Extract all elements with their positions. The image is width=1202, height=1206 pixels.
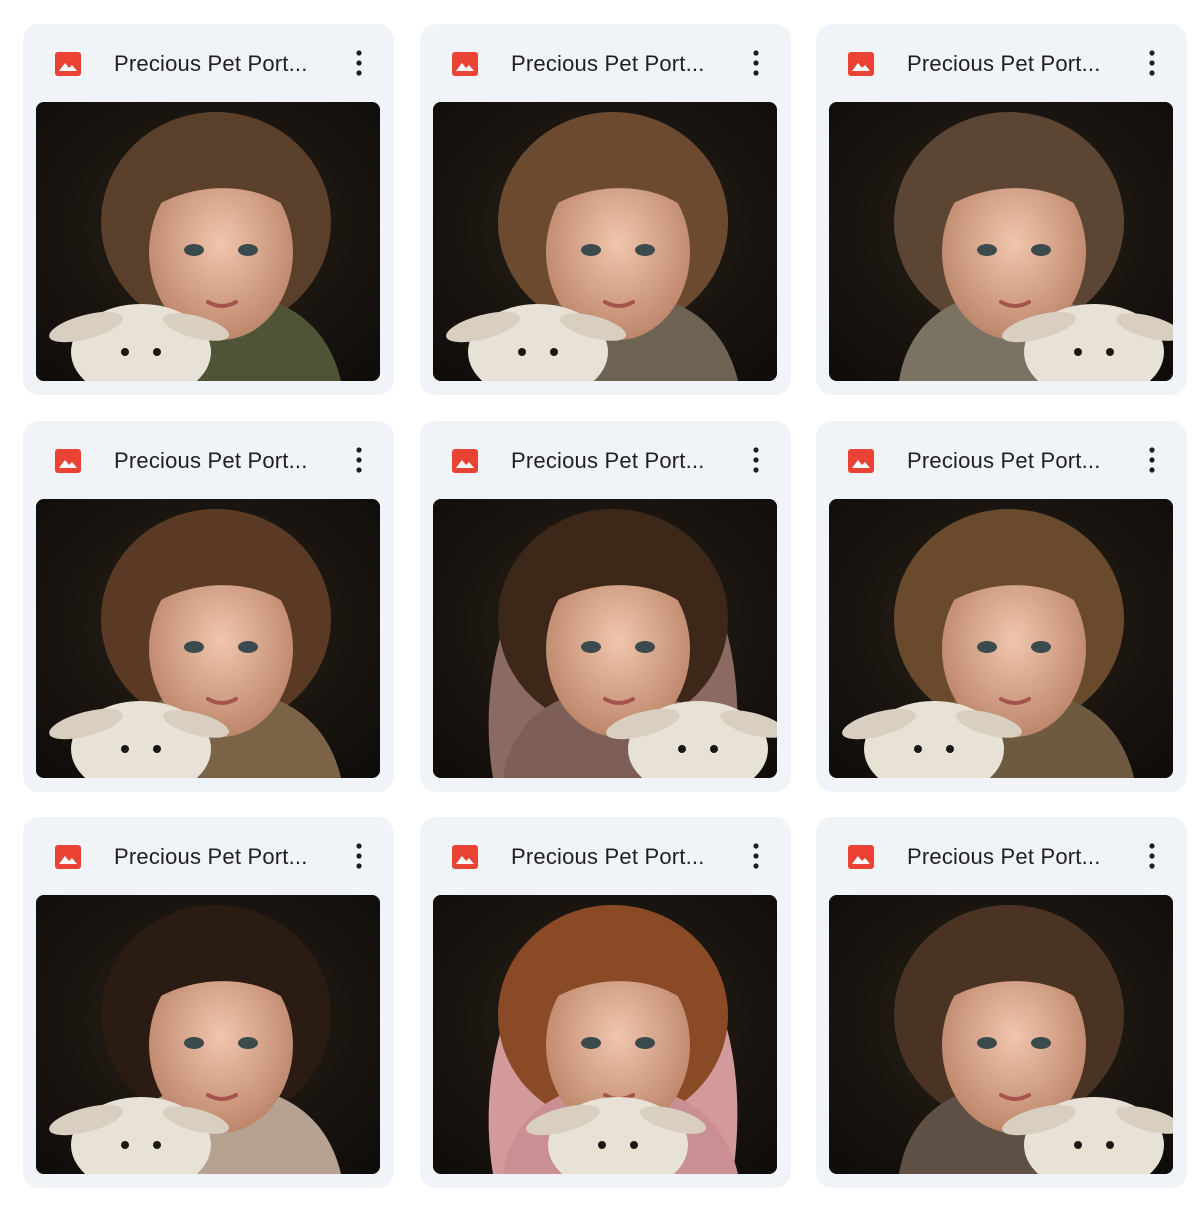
- left-eye: [184, 1037, 204, 1049]
- file-thumbnail[interactable]: [433, 895, 777, 1174]
- file-name[interactable]: Precious Pet Port...: [114, 843, 324, 871]
- more-vert-icon: [356, 50, 362, 76]
- file-card-header: Precious Pet Port...: [420, 421, 791, 499]
- file-card-header: Precious Pet Port...: [816, 817, 1187, 895]
- more-vert-icon: [356, 843, 362, 869]
- image-file-icon: [452, 449, 478, 473]
- image-file-icon: [55, 449, 81, 473]
- file-thumbnail[interactable]: [433, 499, 777, 778]
- left-eye: [977, 244, 997, 256]
- more-options-button[interactable]: [344, 441, 374, 479]
- more-options-button[interactable]: [344, 44, 374, 82]
- file-name[interactable]: Precious Pet Port...: [511, 50, 721, 78]
- more-options-button[interactable]: [344, 837, 374, 875]
- more-options-button[interactable]: [1137, 837, 1167, 875]
- file-card[interactable]: Precious Pet Port...: [816, 817, 1187, 1188]
- right-eye: [635, 244, 655, 256]
- file-name[interactable]: Precious Pet Port...: [114, 50, 324, 78]
- image-file-icon: [452, 845, 478, 869]
- more-vert-icon: [356, 447, 362, 473]
- file-thumbnail[interactable]: [829, 499, 1173, 778]
- right-eye: [238, 1037, 258, 1049]
- file-thumbnail[interactable]: [36, 895, 380, 1174]
- file-thumbnail[interactable]: [36, 102, 380, 381]
- file-card[interactable]: Precious Pet Port...: [23, 24, 394, 395]
- right-eye: [635, 641, 655, 653]
- more-options-button[interactable]: [741, 44, 771, 82]
- file-thumbnail[interactable]: [433, 102, 777, 381]
- file-card[interactable]: Precious Pet Port...: [420, 421, 791, 792]
- file-card[interactable]: Precious Pet Port...: [420, 817, 791, 1188]
- more-vert-icon: [1149, 843, 1155, 869]
- right-eye: [1031, 1037, 1051, 1049]
- file-name[interactable]: Precious Pet Port...: [907, 50, 1117, 78]
- left-eye: [977, 641, 997, 653]
- file-name[interactable]: Precious Pet Port...: [511, 447, 721, 475]
- file-thumbnail[interactable]: [36, 499, 380, 778]
- more-vert-icon: [753, 50, 759, 76]
- file-thumbnail[interactable]: [829, 895, 1173, 1174]
- left-eye: [184, 244, 204, 256]
- right-eye: [238, 244, 258, 256]
- file-name[interactable]: Precious Pet Port...: [907, 843, 1117, 871]
- file-card[interactable]: Precious Pet Port...: [816, 24, 1187, 395]
- right-eye: [238, 641, 258, 653]
- right-eye: [1031, 641, 1051, 653]
- more-vert-icon: [753, 843, 759, 869]
- file-card-header: Precious Pet Port...: [420, 24, 791, 102]
- file-name[interactable]: Precious Pet Port...: [907, 447, 1117, 475]
- more-vert-icon: [1149, 50, 1155, 76]
- file-name[interactable]: Precious Pet Port...: [114, 447, 324, 475]
- file-card-header: Precious Pet Port...: [816, 421, 1187, 499]
- image-file-icon: [452, 52, 478, 76]
- file-card-header: Precious Pet Port...: [23, 421, 394, 499]
- left-eye: [581, 1037, 601, 1049]
- more-vert-icon: [1149, 447, 1155, 473]
- image-file-icon: [55, 52, 81, 76]
- image-file-icon: [55, 845, 81, 869]
- file-card-header: Precious Pet Port...: [23, 24, 394, 102]
- more-vert-icon: [753, 447, 759, 473]
- right-eye: [635, 1037, 655, 1049]
- left-eye: [581, 641, 601, 653]
- image-file-icon: [848, 449, 874, 473]
- file-name[interactable]: Precious Pet Port...: [511, 843, 721, 871]
- left-eye: [977, 1037, 997, 1049]
- left-eye: [184, 641, 204, 653]
- right-eye: [1031, 244, 1051, 256]
- more-options-button[interactable]: [741, 837, 771, 875]
- file-card-header: Precious Pet Port...: [816, 24, 1187, 102]
- more-options-button[interactable]: [1137, 44, 1167, 82]
- file-card[interactable]: Precious Pet Port...: [23, 817, 394, 1188]
- file-thumbnail[interactable]: [829, 102, 1173, 381]
- file-card-header: Precious Pet Port...: [23, 817, 394, 895]
- more-options-button[interactable]: [741, 441, 771, 479]
- left-eye: [581, 244, 601, 256]
- file-card[interactable]: Precious Pet Port...: [23, 421, 394, 792]
- file-card-header: Precious Pet Port...: [420, 817, 791, 895]
- image-file-icon: [848, 845, 874, 869]
- file-card[interactable]: Precious Pet Port...: [816, 421, 1187, 792]
- image-file-icon: [848, 52, 874, 76]
- file-card[interactable]: Precious Pet Port...: [420, 24, 791, 395]
- more-options-button[interactable]: [1137, 441, 1167, 479]
- file-grid: Precious Pet Port... Precious Pet Port...…: [0, 0, 1202, 1206]
